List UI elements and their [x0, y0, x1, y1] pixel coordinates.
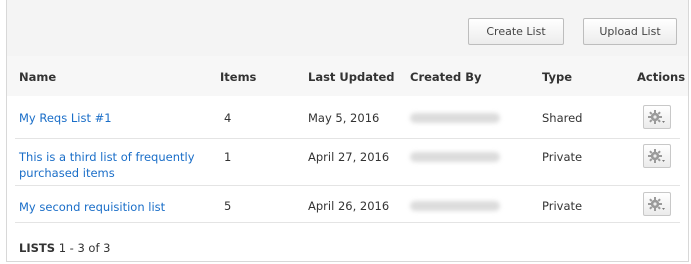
list-name-link[interactable]: This is a third list of frequently purch… [19, 149, 204, 181]
create-list-button[interactable]: Create List [468, 18, 564, 45]
created-by-redacted [410, 113, 500, 123]
table-row: This is a third list of frequently purch… [7, 139, 688, 186]
created-by-redacted [410, 201, 500, 211]
upload-list-button[interactable]: Upload List [583, 18, 677, 45]
column-header-type[interactable]: Type [542, 70, 572, 84]
column-header-created-by[interactable]: Created By [410, 70, 481, 84]
toolbar: Create List Upload List [7, 0, 688, 57]
table-row: My Reqs List #1 4 May 5, 2016 Shared [7, 96, 688, 139]
gear-icon [647, 148, 667, 164]
column-header-items[interactable]: Items [220, 70, 256, 84]
items-count: 4 [224, 111, 232, 125]
column-header-name[interactable]: Name [19, 70, 56, 84]
row-divider [15, 222, 680, 223]
table-header: Name Items Last Updated Created By Type … [7, 56, 688, 96]
pagination-range: 1 - 3 of 3 [58, 241, 111, 255]
column-header-last-updated[interactable]: Last Updated [308, 70, 395, 84]
last-updated: April 27, 2016 [308, 150, 390, 164]
list-type: Private [542, 150, 583, 164]
actions-button[interactable] [643, 144, 671, 168]
column-header-actions: Actions [637, 70, 686, 84]
list-name-link[interactable]: My second requisition list [19, 199, 165, 215]
gear-icon [647, 196, 667, 212]
last-updated: April 26, 2016 [308, 199, 390, 213]
actions-button[interactable] [643, 105, 671, 129]
list-type: Private [542, 199, 583, 213]
list-name-link[interactable]: My Reqs List #1 [19, 110, 112, 126]
pagination-summary: LISTS 1 - 3 of 3 [19, 241, 111, 255]
gear-icon [647, 109, 667, 125]
items-count: 5 [224, 199, 232, 213]
actions-button[interactable] [643, 192, 671, 216]
table-row: My second requisition list 5 April 26, 2… [7, 186, 688, 223]
last-updated: May 5, 2016 [308, 111, 380, 125]
list-type: Shared [542, 111, 583, 125]
created-by-redacted [410, 152, 500, 162]
pagination-label: LISTS [19, 241, 56, 255]
lists-panel: Create List Upload List Name Items Last … [6, 0, 689, 262]
items-count: 1 [224, 150, 232, 164]
